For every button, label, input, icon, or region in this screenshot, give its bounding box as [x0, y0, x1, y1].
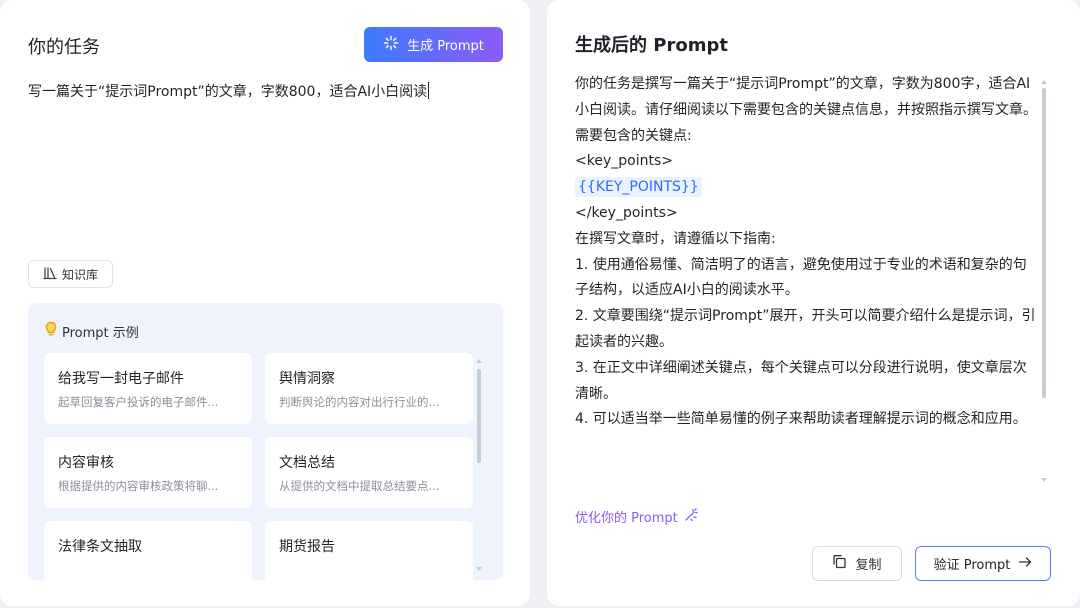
task-input[interactable]: 写一篇关于“提示词Prompt”的文章，字数800，适合AI小白阅读: [28, 82, 498, 102]
scroll-up-arrow[interactable]: [1041, 80, 1047, 84]
example-card-desc: 判断舆论的内容对出行行业的...: [279, 395, 440, 409]
optimize-prompt-label: 优化你的 Prompt: [575, 511, 678, 526]
example-card-legal[interactable]: 法律条文抽取: [44, 521, 252, 580]
generate-prompt-label: 生成 Prompt: [407, 39, 484, 54]
example-card-title: 舆情洞察: [279, 371, 335, 387]
examples-title: Prompt 示例: [62, 325, 139, 341]
prompt-variable-line: {{KEY_POINTS}}: [575, 175, 1037, 201]
prompt-line: 3. 在正文中详细阐述关键点，每个关键点可以分段进行说明，使文章层次清晰。: [575, 359, 1027, 402]
copy-label: 复制: [855, 558, 882, 573]
example-card-futures[interactable]: 期货报告: [265, 521, 473, 580]
text-caret: [428, 82, 430, 99]
prompt-line: 在撰写文章时，请遵循以下指南:: [575, 230, 776, 247]
prompt-line: </key_points>: [575, 204, 678, 221]
prompt-line: 1. 使用通俗易懂、简洁明了的语言，避免使用过于专业的术语和复杂的句子结构，以适…: [575, 256, 1027, 299]
optimize-prompt-link[interactable]: 优化你的 Prompt: [575, 507, 698, 526]
verify-prompt-button[interactable]: 验证 Prompt: [915, 546, 1051, 581]
example-card-title: 给我写一封电子邮件: [58, 371, 184, 387]
prompt-examples-section: Prompt 示例 给我写一封电子邮件 起草回复客户投诉的电子邮件... 舆情洞…: [28, 303, 503, 580]
prompt-line: 需要包含的关键点:: [575, 127, 692, 144]
scrollbar-thumb[interactable]: [1042, 88, 1046, 398]
prompt-scrollbar[interactable]: [1041, 80, 1047, 482]
example-card-desc: 从提供的文档中提取总结要点...: [279, 479, 440, 493]
example-card-desc: 起草回复客户投诉的电子邮件...: [58, 395, 219, 409]
scroll-down-arrow[interactable]: [1041, 478, 1047, 482]
example-card-moderation[interactable]: 内容审核 根据提供的内容审核政策将聊...: [44, 437, 252, 508]
example-card-sentiment[interactable]: 舆情洞察 判断舆论的内容对出行行业的...: [265, 353, 473, 424]
books-icon: [43, 266, 57, 283]
task-title: 你的任务: [28, 37, 100, 58]
example-card-summary[interactable]: 文档总结 从提供的文档中提取总结要点...: [265, 437, 473, 508]
examples-header: Prompt 示例: [44, 321, 139, 341]
knowledge-base-button[interactable]: 知识库: [28, 260, 113, 288]
prompt-line: 4. 可以适当举一些简单易懂的例子来帮助读者理解提示词的概念和应用。: [575, 411, 1027, 428]
example-card-title: 内容审核: [58, 455, 114, 471]
sparkle-icon: [383, 35, 399, 55]
generate-prompt-button[interactable]: 生成 Prompt: [364, 27, 503, 62]
examples-scrollbar[interactable]: [476, 359, 482, 571]
generated-prompt-panel: 生成后的 Prompt 你的任务是撰写一篇关于“提示词Prompt”的文章，字数…: [547, 0, 1080, 606]
prompt-variable-chip: {{KEY_POINTS}}: [575, 177, 702, 198]
generated-prompt-text: 你的任务是撰写一篇关于“提示词Prompt”的文章，字数为800字，适合AI小白…: [575, 72, 1037, 484]
generated-prompt-title: 生成后的 Prompt: [575, 35, 728, 56]
lightbulb-icon: [44, 321, 58, 341]
copy-icon: [832, 554, 847, 573]
copy-button[interactable]: 复制: [812, 546, 902, 581]
scroll-up-arrow[interactable]: [476, 359, 482, 363]
verify-prompt-label: 验证 Prompt: [933, 558, 1011, 573]
magic-wand-icon: [684, 507, 698, 526]
example-card-title: 期货报告: [279, 539, 335, 555]
task-panel: 你的任务 生成 Prompt 写一篇关于“提示词Prompt”的文章，字数800…: [0, 0, 530, 606]
prompt-line: 2. 文章要围绕“提示词Prompt”展开，开头可以简要介绍什么是提示词，引起读…: [575, 308, 1036, 350]
prompt-line: <key_points>: [575, 153, 673, 170]
scroll-down-arrow[interactable]: [476, 567, 482, 571]
scrollbar-thumb[interactable]: [477, 369, 481, 463]
example-card-email[interactable]: 给我写一封电子邮件 起草回复客户投诉的电子邮件...: [44, 353, 252, 424]
knowledge-base-label: 知识库: [61, 267, 98, 282]
example-card-desc: 根据提供的内容审核政策将聊...: [58, 479, 219, 493]
example-card-title: 文档总结: [279, 455, 335, 471]
example-card-title: 法律条文抽取: [58, 539, 142, 555]
task-input-text: 写一篇关于“提示词Prompt”的文章，字数800，适合AI小白阅读: [28, 84, 428, 100]
prompt-line: 你的任务是撰写一篇关于“提示词Prompt”的文章，字数为800字，适合AI小白…: [575, 76, 1037, 118]
arrow-right-icon: [1018, 555, 1032, 573]
